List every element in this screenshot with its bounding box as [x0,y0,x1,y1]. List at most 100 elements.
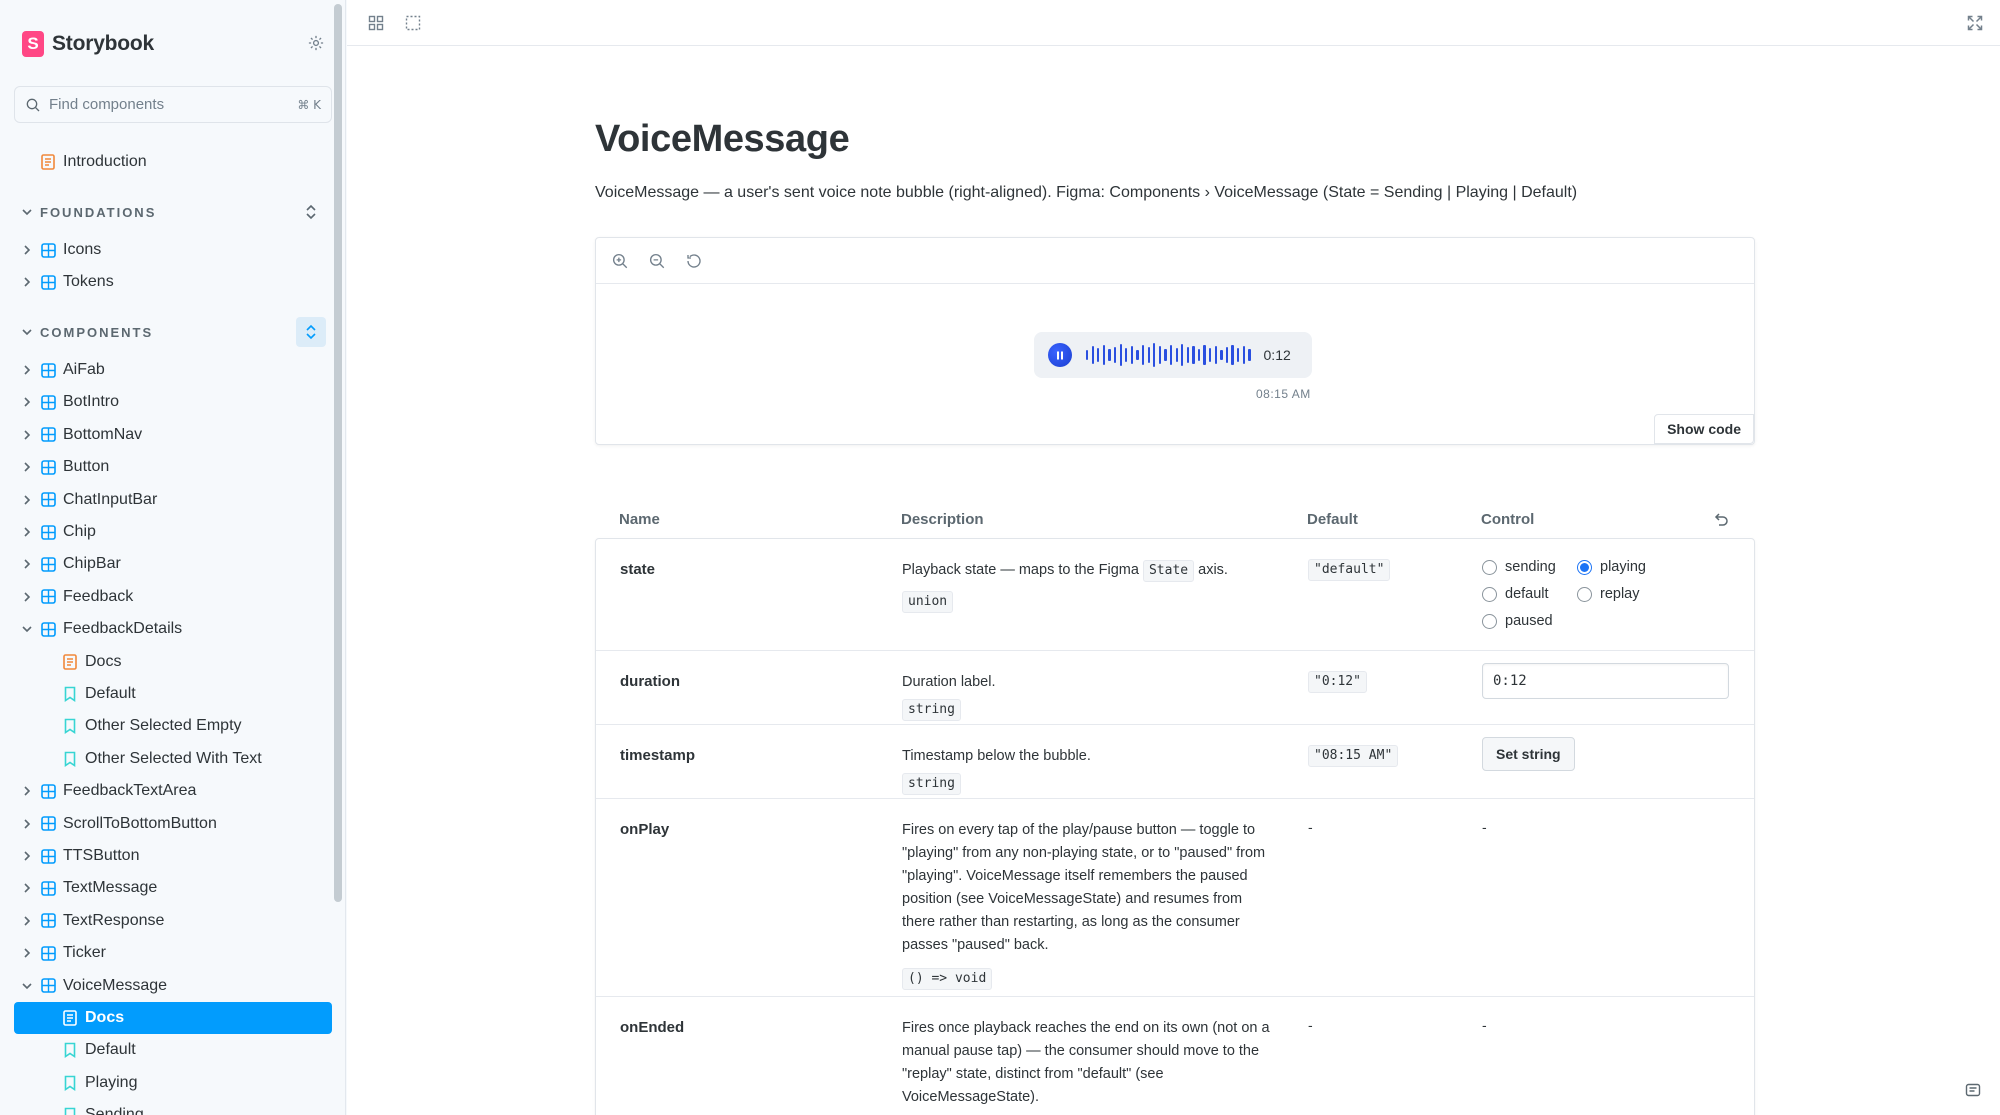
sidebar-item-textmessage[interactable]: TextMessage [14,872,332,904]
search-box[interactable]: ⌘ K [14,86,332,123]
header-description: Description [901,511,984,528]
arg-description: Playback state — maps to the Figma State… [902,559,1272,613]
preview-toolbar [596,238,1754,284]
table-row: duration Duration label. string "0:12" [596,651,1754,725]
waveform-bar [1147,347,1150,363]
arg-type: () => void [902,968,993,990]
page-description: VoiceMessage — a user's sent voice note … [595,184,1578,201]
component-icon [40,816,56,832]
pause-button[interactable] [1048,343,1072,367]
sidebar-item-button[interactable]: Button [14,451,332,483]
reset-controls-icon[interactable] [1711,509,1731,529]
chevron-right-icon [20,849,34,863]
sidebar-item-feedbackdetails-other-selected-empty[interactable]: Other Selected Empty [14,710,332,742]
radio-replay[interactable]: replay [1577,586,1697,602]
sidebar-item-chipbar[interactable]: ChipBar [14,548,332,580]
chevron-right-icon [20,428,34,442]
waveform-bar [1220,350,1223,360]
chevron-right-icon [20,817,34,831]
fullscreen-icon[interactable] [1964,12,1986,34]
waveform-bar [1108,349,1111,361]
section-components[interactable]: COMPONENTS [14,316,332,348]
sidebar-item-scrolltobottombutton[interactable]: ScrollToBottomButton [14,808,332,840]
sidebar-item-feedbackdetails-default[interactable]: Default [14,678,332,710]
header-default: Default [1307,511,1358,528]
section-title: FOUNDATIONS [40,204,157,220]
chevron-down-icon [20,325,34,339]
radio-dot [1577,586,1592,602]
radio-label: sending [1505,559,1556,575]
waveform-bar [1169,345,1173,365]
zoom-in-icon[interactable] [609,250,631,272]
sidebar-item-feedbackdetails-other-selected-with-text[interactable]: Other Selected With Text [14,743,332,775]
zoom-reset-icon[interactable] [683,250,705,272]
sidebar-item-label: VoiceMessage [63,976,168,994]
sidebar-item-textresponse[interactable]: TextResponse [14,905,332,937]
duration-input[interactable] [1482,663,1729,699]
chevron-down-icon [20,205,34,219]
radio-dot [1482,586,1497,602]
waveform-bar [1130,346,1134,364]
sidebar-scrollbar[interactable] [334,4,342,902]
arg-default: "default" [1308,559,1391,581]
component-icon [40,589,56,605]
sidebar-item-label: FeedbackDetails [63,620,183,638]
sidebar-item-feedbackdetails[interactable]: FeedbackDetails [14,613,332,645]
state-radio-group: sending playing default replay paused [1482,559,1732,629]
sidebar-item-feedbacktextarea[interactable]: FeedbackTextArea [14,775,332,807]
component-icon [40,556,56,572]
settings-gear-icon[interactable] [305,32,327,54]
sidebar-item-label: TextResponse [63,911,165,929]
sidebar-item-ticker[interactable]: Ticker [14,937,332,969]
voice-duration: 0:12 [1263,347,1291,363]
sidebar-item-voicemessage[interactable]: VoiceMessage [14,970,332,1002]
sidebar-item-voicemessage-docs[interactable]: Docs [14,1002,332,1034]
section-foundations[interactable]: FOUNDATIONS [14,196,332,228]
sidebar-item-tokens[interactable]: Tokens [14,266,332,298]
sidebar-item-feedbackdetails-docs[interactable]: Docs [14,646,332,678]
arg-description: Duration label. string [902,671,1272,721]
sidebar-item-label: Playing [85,1073,138,1091]
sidebar-item-label: TextMessage [63,879,158,897]
sidebar-item-aifab[interactable]: AiFab [14,354,332,386]
component-icon [40,913,56,929]
zoom-out-icon[interactable] [646,250,668,272]
radio-dot [1482,613,1497,629]
docs-icon [40,154,56,170]
grid-icon[interactable] [365,12,387,34]
sidebar-item-ttsbutton[interactable]: TTSButton [14,840,332,872]
chevron-right-icon [20,881,34,895]
sidebar-item-bottomnav[interactable]: BottomNav [14,419,332,451]
sidebar-item-voicemessage-default[interactable]: Default [14,1034,332,1066]
radio-sending[interactable]: sending [1482,559,1577,575]
expand-collapse-icon[interactable] [296,317,326,347]
sidebar-item-introduction[interactable]: Introduction [14,146,332,178]
sidebar-item-icons[interactable]: Icons [14,234,332,266]
radio-label: default [1505,586,1549,602]
chevron-down-icon [20,622,34,636]
sidebar-item-voicemessage-sending[interactable]: Sending [14,1099,332,1115]
sidebar-item-botintro[interactable]: BotIntro [14,386,332,418]
search-input[interactable] [49,96,290,113]
radio-paused[interactable]: paused [1482,613,1577,629]
toc-icon[interactable] [1962,1079,1984,1101]
component-icon [40,427,56,443]
outline-icon[interactable] [402,12,424,34]
arg-default: - [1308,1017,1313,1033]
set-string-button[interactable]: Set string [1482,737,1575,771]
radio-playing[interactable]: playing [1577,559,1697,575]
show-code-button[interactable]: Show code [1654,414,1754,444]
radio-default[interactable]: default [1482,586,1577,602]
sidebar-item-label: Other Selected Empty [85,717,242,735]
sidebar-item-feedback[interactable]: Feedback [14,581,332,613]
sidebar-item-voicemessage-playing[interactable]: Playing [14,1067,332,1099]
table-row: timestamp Timestamp below the bubble. st… [596,725,1754,799]
arg-desc-text: Playback state — maps to the Figma [902,562,1139,578]
expand-collapse-icon[interactable] [296,197,326,227]
sidebar-item-chip[interactable]: Chip [14,516,332,548]
chevron-right-icon [20,590,34,604]
brand[interactable]: S Storybook [22,30,154,58]
sidebar-item-chatinputbar[interactable]: ChatInputBar [14,484,332,516]
waveform-bar [1164,349,1167,361]
waveform[interactable] [1086,343,1251,367]
